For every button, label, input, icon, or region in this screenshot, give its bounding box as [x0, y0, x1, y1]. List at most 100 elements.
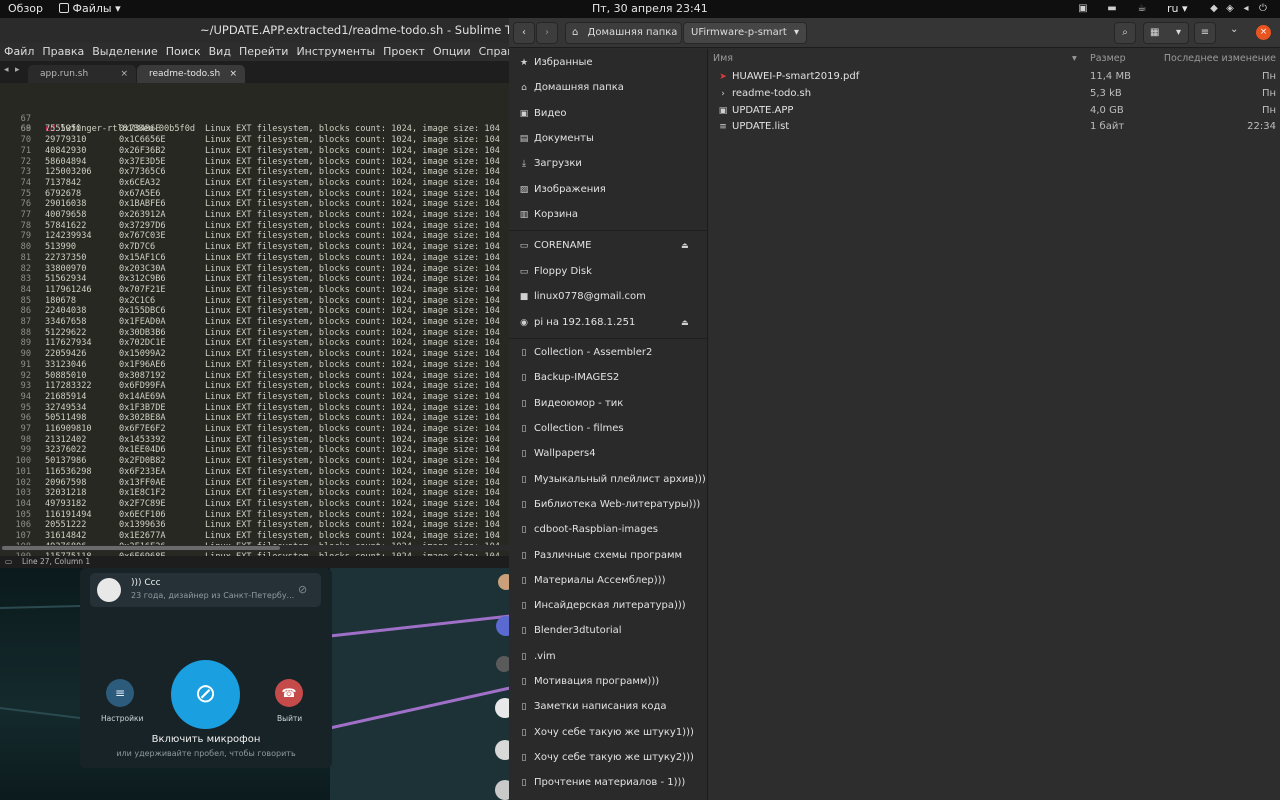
sidebar-item[interactable]: ▥ Корзина [509, 204, 708, 226]
sidebar-item[interactable]: ▨ Изображения [509, 179, 708, 201]
sidebar-item[interactable]: ▯ Материалы Ассемблер))) [509, 570, 708, 592]
sidebar-item[interactable]: ⤓ Загрузки [509, 153, 708, 175]
file-row[interactable]: ▣ UPDATE.APP 4,0 GB Пн [709, 103, 1280, 119]
sidebar-item[interactable]: ▯ Инсайдерская литература))) [509, 595, 708, 617]
sidebar-item[interactable]: ▯ cdboot-Raspbian-images [509, 519, 708, 541]
menu-item[interactable]: Перейти [239, 45, 289, 58]
files-app-icon [59, 3, 69, 13]
search-button[interactable]: ⌕ [1114, 22, 1136, 44]
tab-app-run[interactable]: app.run.sh × [28, 65, 136, 83]
tab-scroll-left-icon[interactable]: ◂ [4, 65, 9, 75]
volume-icon[interactable]: ◂ [1240, 3, 1252, 15]
sidebar-item[interactable]: ▯ Хочу себе такую же штуку1))) [509, 722, 708, 744]
panel-toggle-icon[interactable]: ▭ [5, 556, 12, 568]
file-size: 11,4 MB [1090, 71, 1131, 82]
view-toggle-button[interactable]: ▦ ▾ [1143, 22, 1189, 44]
sidebar-item[interactable]: ▯ Музыкальный плейлист архив))) [509, 469, 708, 491]
minimize-icon[interactable]: ⌄ [1230, 24, 1238, 35]
settings-label: Настройки [101, 714, 144, 723]
menu-item[interactable]: Справка [479, 45, 510, 58]
clock[interactable]: Пт, 30 апреля 23:41 [592, 2, 708, 15]
sidebar-item[interactable]: ▭ CORENAME ⏏ [509, 235, 708, 257]
sidebar-item[interactable]: ▯ Collection - filmes [509, 418, 708, 440]
sidebar-item[interactable]: ▭ Floppy Disk [509, 261, 708, 283]
sidebar-item[interactable]: ▯ Backup-IMAGES2 [509, 367, 708, 389]
folder-icon: ▯ [521, 525, 527, 536]
code-line: 72 58604894 0x37E3D5E Linux EXT filesystem,… [20, 156, 500, 167]
sidebar-item-label: Инсайдерская литература))) [534, 600, 686, 612]
power-icon[interactable]: ⏻ [1257, 3, 1269, 15]
shield-icon[interactable]: ◆ [1208, 3, 1220, 15]
sidebar-item[interactable]: ▣ Видео [509, 103, 708, 125]
breadcrumb-label: Домашняя папка [587, 27, 678, 38]
close-icon[interactable]: × [120, 65, 128, 83]
activities-button[interactable]: Обзор [8, 2, 43, 15]
file-row[interactable]: ≡ UPDATE.list 1 байт 22:34 [709, 119, 1280, 135]
breadcrumb-current[interactable]: UFirmware-p-smart ▾ [683, 22, 807, 44]
leave-call-button[interactable]: ☎ [275, 679, 303, 707]
settings-button[interactable]: ≡ [106, 679, 134, 707]
file-row[interactable]: › readme-todo.sh 5,3 kB Пн [709, 86, 1280, 102]
menu-item[interactable]: Правка [42, 45, 84, 58]
video-indicator-icon[interactable]: ▬ [1106, 3, 1118, 15]
sidebar-item[interactable]: ▯ Хочу себе такую же штуку2))) [509, 747, 708, 769]
eject-icon[interactable]: ⏏ [681, 235, 689, 257]
scrollbar-thumb[interactable] [2, 546, 280, 550]
code-line: 88 51229622 0x30DB3B6 Linux EXT filesystem,… [20, 327, 500, 338]
menu-item[interactable]: Поиск [166, 45, 201, 58]
close-button[interactable]: × [1256, 25, 1271, 40]
sidebar-item[interactable]: ▯ Библиотека Web-литературы))) [509, 494, 708, 516]
sidebar-item[interactable]: ▤ Документы [509, 128, 708, 150]
close-icon[interactable]: × [229, 65, 237, 83]
network-icon[interactable]: ◈ [1224, 3, 1236, 15]
sidebar-item[interactable]: ★ Избранные [509, 52, 708, 74]
menu-item[interactable]: Выделение [92, 45, 158, 58]
menu-item[interactable]: Проект [383, 45, 425, 58]
tab-scroll-right-icon[interactable]: ▸ [15, 65, 20, 75]
sidebar-item[interactable]: ▯ Прочтение материалов - 1))) [509, 772, 708, 794]
file-row[interactable]: ➤ HUAWEI-P-smart2019.pdf 11,4 MB Пн [709, 69, 1280, 85]
sidebar-item[interactable]: ◉ pi на 192.168.1.251 ⏏ [509, 312, 708, 334]
column-size[interactable]: Размер [1090, 51, 1126, 67]
sidebar-item[interactable]: ▯ .vim [509, 646, 708, 668]
chevron-down-icon: ▾ [793, 27, 799, 38]
column-name[interactable]: Имя [713, 51, 733, 67]
sidebar-item[interactable]: ⌂ Домашняя папка [509, 77, 708, 99]
folder-icon: ▯ [521, 550, 527, 561]
language-indicator[interactable]: ru ▾ [1167, 2, 1188, 15]
participant-card[interactable]: ))) Ccc 23 года, дизайнер из Санкт-Петер… [90, 573, 321, 607]
files-app-menu[interactable]: Файлы ▾ [59, 2, 121, 15]
sidebar-item[interactable]: ▯ Wallpapers4 [509, 443, 708, 465]
code-line: 98 21312402 0x1453392 Linux EXT filesystem,… [20, 434, 500, 445]
sidebar-item[interactable]: ▯ Blender3dtutorial [509, 620, 708, 642]
sidebar-item-label: Wallpapers4 [534, 448, 596, 460]
menu-button[interactable]: ≡ [1194, 22, 1216, 44]
menu-item[interactable]: Файл [4, 45, 34, 58]
sidebar-item-label: Избранные [534, 57, 593, 68]
folder-icon: ▯ [521, 752, 527, 763]
menu-item[interactable]: Вид [209, 45, 231, 58]
breadcrumb-home[interactable]: ⌂ Домашняя папка [565, 22, 682, 44]
eject-icon[interactable]: ⏏ [681, 312, 689, 334]
menu-item[interactable]: Инструменты [296, 45, 375, 58]
forward-button[interactable]: › [536, 22, 558, 44]
microphone-button[interactable]: ⊘ [171, 660, 240, 729]
sidebar-item[interactable]: ▯ Collection - Assembler2 [509, 342, 708, 364]
sidebar-item-label: Материалы Ассемблер))) [534, 574, 666, 586]
sidebar-item[interactable]: ▯ Видеоюмор - тик [509, 393, 708, 415]
sidebar-item[interactable]: ▯ Заметки написания кода [509, 696, 708, 718]
coffee-icon[interactable]: ☕ [1136, 3, 1148, 15]
column-modified[interactable]: Последнее изменение [1164, 51, 1276, 67]
horizontal-scrollbar[interactable] [0, 545, 510, 551]
file-size: 1 байт [1090, 121, 1125, 133]
code-line: 81 22737350 0x15AF1C6 Linux EXT filesystem,… [20, 252, 500, 263]
menu-item[interactable]: Опции [433, 45, 471, 58]
calendar-icon[interactable]: ▣ [1077, 3, 1089, 15]
tab-readme-todo[interactable]: readme-todo.sh × [137, 65, 245, 83]
sidebar-item[interactable]: ▯ Мотивация программ))) [509, 671, 708, 693]
sidebar-item-label: Collection - Assembler2 [534, 347, 653, 359]
code-editor[interactable]: 67 cd lwfinger-rtl8188eu-00b5f0d 68 69 75… [0, 101, 510, 556]
sidebar-item[interactable]: ▯ Различные схемы программ [509, 545, 708, 567]
sidebar-item[interactable]: ■ linux0778@gmail.com [509, 286, 708, 308]
back-button[interactable]: ‹ [513, 22, 535, 44]
